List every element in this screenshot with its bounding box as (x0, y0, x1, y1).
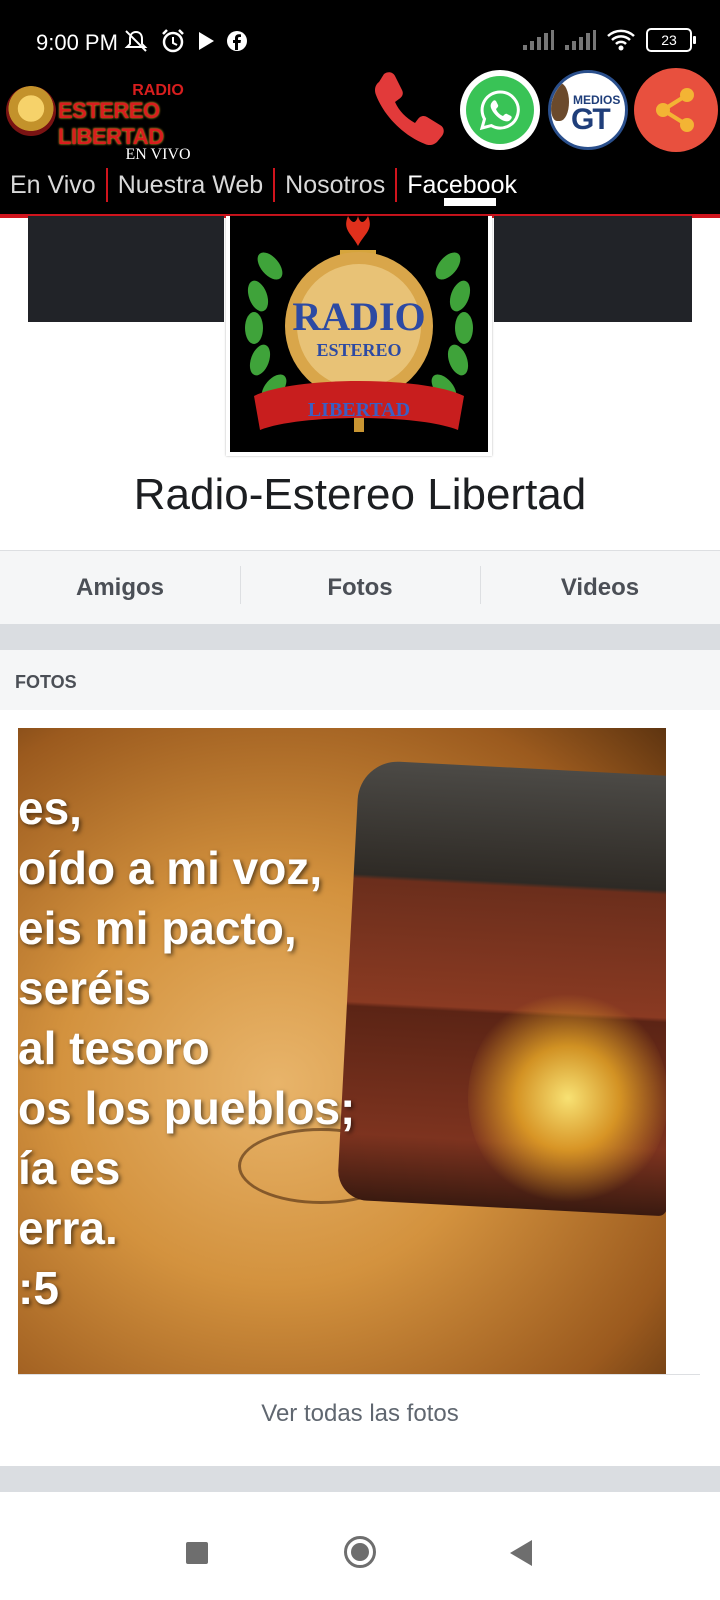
photo-thumbnail[interactable]: es, oído a mi voz, eis mi pacto, seréis … (18, 728, 666, 1374)
medios-gt-button[interactable]: MEDIOS GT (548, 70, 628, 150)
active-tab-indicator (444, 198, 496, 206)
radio-logo-image: RADIO ESTEREO LIBERTAD (230, 216, 488, 452)
verse-line: ía es (18, 1142, 121, 1194)
guatemala-map-icon (551, 83, 569, 121)
logo-ribbon-text: LIBERTAD (308, 399, 410, 421)
wifi-icon (607, 29, 635, 51)
verse-line: :5 (18, 1262, 59, 1314)
verse-line: erra. (18, 1202, 118, 1254)
phone-icon (375, 72, 444, 146)
tab-facebook[interactable]: Facebook (397, 171, 527, 200)
logo-estereo-text: ESTEREO (316, 340, 401, 360)
status-time: 9:00 PM (36, 30, 118, 55)
cover-photo-right (494, 216, 692, 322)
profile-picture[interactable]: RADIO ESTEREO LIBERTAD (226, 216, 492, 456)
app-logo[interactable]: RADIO ESTEREO LIBERTAD EN VIVO (58, 82, 258, 164)
whatsapp-button[interactable] (460, 70, 540, 150)
alarm-icon (162, 29, 184, 53)
nav-videos[interactable]: Videos (480, 566, 720, 604)
tab-nuestra-web[interactable]: Nuestra Web (108, 171, 273, 200)
back-icon[interactable] (510, 1540, 532, 1566)
logo-badge-icon (6, 86, 56, 136)
see-all-photos-link[interactable]: Ver todas las fotos (0, 1400, 720, 1428)
app-header: RADIO ESTEREO LIBERTAD EN VIVO MEDIOS GT… (0, 62, 720, 218)
share-icon (656, 88, 694, 132)
home-icon[interactable] (344, 1536, 376, 1568)
play-icon (199, 32, 214, 50)
share-button[interactable] (634, 68, 718, 152)
nav-amigos[interactable]: Amigos (0, 574, 240, 602)
gt-label: GT (571, 103, 611, 136)
gold-glow-graphic (468, 988, 666, 1208)
verse-line: al tesoro (18, 1022, 210, 1074)
fotos-heading: FOTOS (15, 672, 77, 692)
status-right-icons: 23 (522, 28, 696, 52)
logo-radio-text: RADIO (292, 294, 425, 339)
mute-bell-icon (124, 30, 148, 52)
signal-icon (523, 30, 554, 50)
divider (18, 1374, 700, 1375)
photo-verse-text: es, oído a mi voz, eis mi pacto, seréis … (18, 778, 355, 1318)
nav-fotos[interactable]: Fotos (240, 566, 480, 604)
tab-nosotros[interactable]: Nosotros (275, 171, 395, 200)
verse-line: oído a mi voz, (18, 842, 323, 894)
whatsapp-icon (466, 76, 534, 144)
status-left-icons (122, 28, 248, 54)
section-divider (0, 1466, 720, 1492)
facebook-icon (227, 31, 247, 51)
system-navigation-bar (0, 1512, 720, 1600)
signal-icon (565, 30, 596, 50)
battery-icon: 23 (646, 28, 696, 52)
logo-line-2: ESTEREO LIBERTAD (58, 98, 164, 149)
verse-line: os los pueblos; (18, 1082, 356, 1134)
fotos-section-header: FOTOS (0, 650, 720, 710)
call-button[interactable] (370, 68, 450, 148)
tab-en-vivo[interactable]: En Vivo (0, 171, 106, 200)
page-title: Radio-Estereo Libertad (133, 470, 587, 519)
recent-apps-icon[interactable] (186, 1542, 208, 1564)
verse-line: seréis (18, 962, 152, 1014)
cover-photo-left (28, 216, 224, 322)
verse-line: es, (18, 782, 82, 834)
verse-line: eis mi pacto, (18, 902, 297, 954)
profile-nav: Amigos Fotos Videos (0, 550, 720, 625)
section-divider (0, 624, 720, 650)
